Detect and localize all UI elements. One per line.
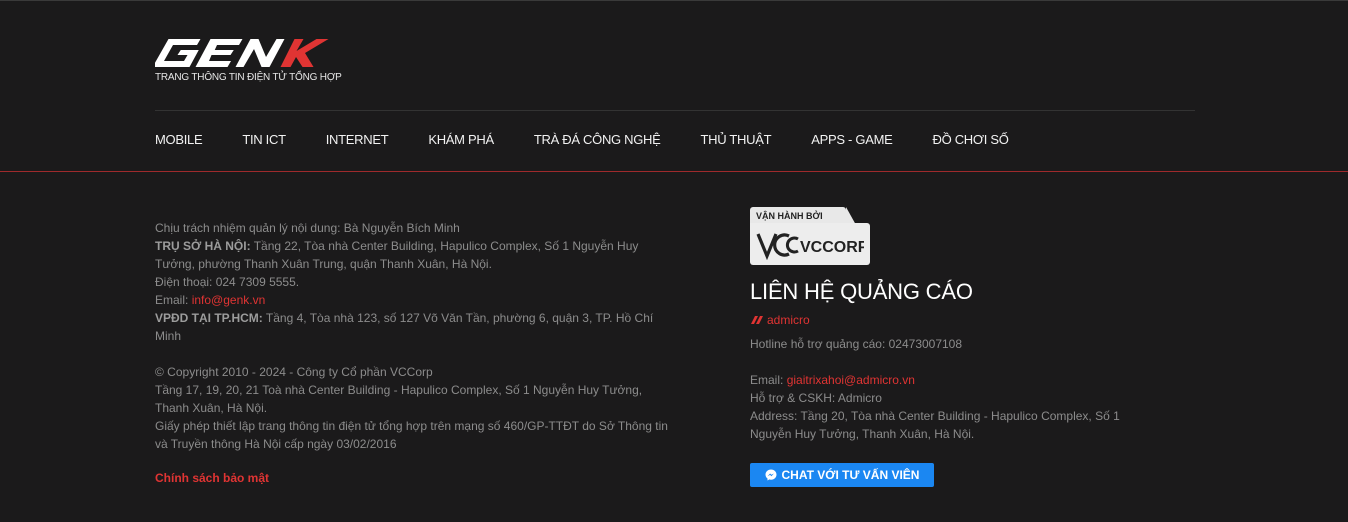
- footer-info: Chịu trách nhiệm quản lý nội dung: Bà Ng…: [155, 219, 675, 487]
- messenger-icon: [765, 469, 776, 481]
- admicro-icon: [751, 316, 763, 324]
- email-label: Email:: [155, 293, 192, 307]
- nav-item-tra-da-cong-nghe[interactable]: TRÀ ĐÁ CÔNG NGHỆ: [534, 132, 661, 147]
- nav-item-do-choi-so[interactable]: ĐỒ CHƠI SỐ: [932, 132, 1008, 147]
- nav-item-tin-ict[interactable]: TIN ICT: [242, 132, 286, 147]
- ad-email-link[interactable]: giaitrixahoi@admicro.vn: [787, 373, 915, 387]
- vccorp-logo-text: VCCORP: [800, 239, 864, 256]
- license: Giấy phép thiết lập trang thông tin điện…: [155, 419, 668, 451]
- chat-button-label: CHAT VỚI TƯ VẤN VIÊN: [781, 468, 920, 482]
- hanoi-office-label: TRỤ SỞ HÀ NỘI:: [155, 239, 251, 253]
- nav-item-mobile[interactable]: MOBILE: [155, 132, 203, 147]
- hotline: Hotline hỗ trợ quảng cáo: 02473007108: [750, 337, 963, 351]
- copyright: © Copyright 2010 - 2024 - Công ty Cổ phầ…: [155, 365, 433, 379]
- nav-item-apps-game[interactable]: APPS - GAME: [811, 132, 893, 147]
- nav-item-kham-pha[interactable]: KHÁM PHÁ: [428, 132, 494, 147]
- ad-contact: VẬN HÀNH BỞI VCCORP LIÊN HỆ QUẢNG CÁO ad…: [750, 207, 1150, 487]
- chat-button[interactable]: CHAT VỚI TƯ VẤN VIÊN: [750, 463, 934, 487]
- vccorp-logo: VCCORP: [750, 223, 870, 265]
- admicro-logo[interactable]: admicro: [750, 313, 1150, 327]
- brand: TRANG THÔNG TIN ĐIỆN TỬ TỔNG HỢP: [155, 37, 342, 83]
- hanoi-office: TRỤ SỞ HÀ NỘI: Tầng 22, Tòa nhà Center B…: [155, 237, 675, 273]
- ad-address: Address: Tầng 20, Tòa nhà Center Buildin…: [750, 409, 1120, 441]
- tagline: TRANG THÔNG TIN ĐIỆN TỬ TỔNG HỢP: [155, 72, 342, 83]
- nav-item-thu-thuat[interactable]: THỦ THUẬT: [701, 132, 772, 147]
- red-divider: [0, 171, 1348, 172]
- vccorp-logo-icon: VCCORP: [756, 233, 864, 260]
- content-manager: Chịu trách nhiệm quản lý nội dung: Bà Ng…: [155, 221, 460, 235]
- email-row: Email: info@genk.vn: [155, 291, 675, 309]
- ad-email-row: Email: giaitrixahoi@admicro.vn: [750, 371, 1150, 389]
- support: Hỗ trợ & CSKH: Admicro: [750, 391, 882, 405]
- hcm-office: VPĐD TẠI TP.HCM: Tầng 4, Tòa nhà 123, số…: [155, 309, 675, 345]
- admicro-label: admicro: [767, 313, 810, 327]
- operated-by-badge[interactable]: VẬN HÀNH BỞI VCCORP: [750, 207, 870, 265]
- company-address: Tầng 17, 19, 20, 21 Toà nhà Center Build…: [155, 383, 643, 415]
- main-nav: MOBILE TIN ICT INTERNET KHÁM PHÁ TRÀ ĐÁ …: [155, 132, 1049, 147]
- divider: [155, 110, 1195, 111]
- nav-item-internet[interactable]: INTERNET: [326, 132, 389, 147]
- email-link[interactable]: info@genk.vn: [192, 293, 266, 307]
- genk-logo[interactable]: [155, 37, 337, 69]
- privacy-policy-link[interactable]: Chính sách bảo mật: [155, 469, 675, 487]
- phone: Điện thoại: 024 7309 5555.: [155, 275, 300, 289]
- hcm-office-label: VPĐD TẠI TP.HCM:: [155, 311, 263, 325]
- contact-title: LIÊN HỆ QUẢNG CÁO: [750, 279, 973, 304]
- ad-email-label: Email:: [750, 373, 787, 387]
